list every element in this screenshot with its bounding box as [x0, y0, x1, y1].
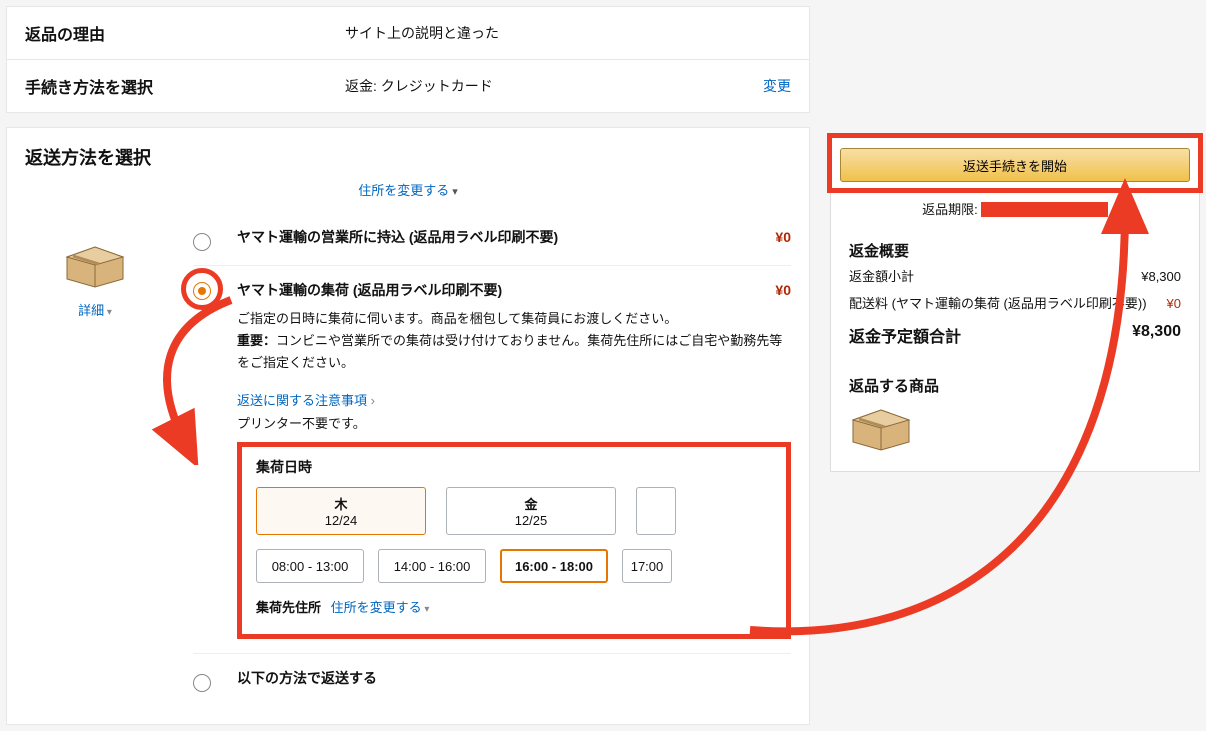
return-item-thumb — [849, 406, 1181, 455]
return-notice-link[interactable]: 返送に関する注意事項 — [237, 390, 375, 409]
pickup-time-1[interactable]: 14:00 - 16:00 — [378, 549, 486, 583]
method-value: 返金: クレジットカード — [345, 76, 763, 96]
reason-value: サイト上の説明と違った — [345, 23, 791, 43]
change-address-link[interactable]: 住所を変更する — [7, 176, 809, 213]
radio-other[interactable] — [193, 674, 211, 692]
printer-note: プリンター不要です。 — [237, 413, 791, 432]
pickup-date-more[interactable] — [636, 487, 676, 535]
method-label: 手続き方法を選択 — [25, 74, 345, 98]
option-price: ¥0 — [775, 282, 791, 298]
return-items-title: 返品する商品 — [849, 375, 1181, 396]
details-link[interactable]: 詳細 — [78, 300, 112, 319]
pickup-date-0[interactable]: 木 12/24 — [256, 487, 426, 535]
reason-label: 返品の理由 — [25, 21, 345, 45]
pickup-schedule-box: 集荷日時 木 12/24 金 12/25 — [237, 442, 791, 639]
option-price: ¥0 — [775, 229, 791, 245]
summary-row: 配送料 (ヤマト運輸の集荷 (返品用ラベル印刷不要)) ¥0 — [849, 294, 1181, 315]
option-desc: ご指定の日時に集荷に伺います。商品を梱包して集荷員にお渡しください。 — [237, 308, 791, 330]
start-button-highlight: 返送手続きを開始 — [827, 133, 1203, 193]
option-title: 以下の方法で返送する — [237, 668, 791, 688]
ship-option-pickup[interactable]: ヤマト運輸の集荷 (返品用ラベル印刷不要) ¥0 ご指定の日時に集荷に伺います。… — [193, 266, 791, 653]
summary-total: 返金予定額合計 ¥8,300 — [849, 323, 1181, 347]
option-warning: 重要：コンビニや営業所での集荷は受け付けておりません。集荷先住所にはご自宅や勤務… — [237, 330, 791, 374]
return-deadline: 返品期限: 2021年1月1日 — [849, 199, 1181, 218]
radio-dropoff[interactable] — [193, 233, 211, 251]
pickup-title: 集荷日時 — [256, 457, 772, 477]
pickup-time-0[interactable]: 08:00 - 13:00 — [256, 549, 364, 583]
option-title: ヤマト運輸の集荷 (返品用ラベル印刷不要) — [237, 280, 763, 300]
summary-row: 返金額小計 ¥8,300 — [849, 267, 1181, 288]
radio-pickup[interactable] — [193, 282, 211, 300]
summary-card: 返送手続きを開始 返品期限: 2021年1月1日 返金概要 返金額小計 ¥8,3… — [830, 136, 1200, 472]
pickup-address-label: 集荷先住所 — [256, 600, 321, 615]
package-icon — [63, 243, 127, 292]
pickup-time-3[interactable]: 17:00 — [622, 549, 672, 583]
pickup-address-change[interactable]: 住所を変更する — [331, 600, 430, 615]
summary-title: 返金概要 — [849, 240, 1181, 261]
ship-option-dropoff[interactable]: ヤマト運輸の営業所に持込 (返品用ラベル印刷不要) ¥0 — [193, 213, 791, 266]
method-row: 手続き方法を選択 返金: クレジットカード 変更 — [7, 60, 809, 112]
method-change-link[interactable]: 変更 — [763, 76, 791, 96]
start-return-button[interactable]: 返送手続きを開始 — [840, 148, 1190, 182]
ship-title: 返送方法を選択 — [7, 128, 809, 176]
option-title: ヤマト運輸の営業所に持込 (返品用ラベル印刷不要) — [237, 227, 763, 247]
pickup-time-2[interactable]: 16:00 - 18:00 — [500, 549, 608, 583]
ship-option-other[interactable]: 以下の方法で返送する — [193, 653, 791, 706]
reason-row: 返品の理由 サイト上の説明と違った — [7, 7, 809, 60]
pickup-date-1[interactable]: 金 12/25 — [446, 487, 616, 535]
